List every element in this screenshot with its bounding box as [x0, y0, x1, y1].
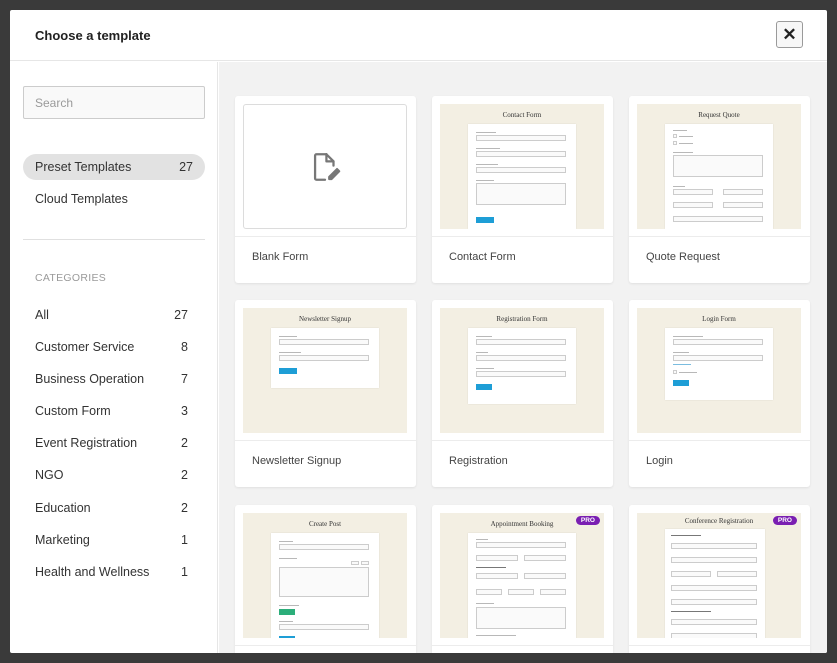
card-divider — [432, 645, 613, 646]
category-label: Event Registration — [35, 436, 138, 450]
template-label: Newsletter Signup — [252, 455, 342, 467]
template-preview: Registration Form — [440, 308, 604, 433]
template-card-blank-form[interactable]: Blank Form — [235, 96, 416, 283]
template-label: Login — [646, 455, 673, 467]
sidebar-item-preset-templates[interactable]: Preset Templates 27 — [23, 154, 205, 180]
template-card-login[interactable]: Login Form Login — [629, 300, 810, 487]
sidebar-divider — [23, 239, 205, 240]
category-count: 7 — [181, 372, 188, 386]
template-preview: Request Quote — [637, 104, 801, 229]
template-preview: Contact Form — [440, 104, 604, 229]
category-custom-form[interactable]: Custom Form 3 — [35, 404, 188, 418]
category-label: NGO — [35, 468, 64, 482]
card-divider — [235, 236, 416, 237]
template-grid: Blank Form Contact Form Contact Form Req… — [219, 62, 827, 653]
category-business-operation[interactable]: Business Operation 7 — [35, 372, 188, 386]
sidebar-item-count: 27 — [179, 160, 193, 174]
category-count: 2 — [181, 468, 188, 482]
category-customer-service[interactable]: Customer Service 8 — [35, 340, 188, 354]
preview-title: Newsletter Signup — [299, 315, 351, 323]
template-label: Contact Form — [449, 251, 516, 263]
category-label: Customer Service — [35, 340, 135, 354]
category-count: 1 — [181, 565, 188, 579]
card-divider — [432, 236, 613, 237]
preview-form — [468, 328, 576, 404]
category-label: Education — [35, 501, 91, 515]
category-count: 2 — [181, 501, 188, 515]
pro-badge: PRO — [772, 516, 797, 525]
card-divider — [235, 440, 416, 441]
preview-form — [665, 529, 765, 638]
template-card-create-post[interactable]: Create Post — [235, 505, 416, 653]
template-card-contact-form[interactable]: Contact Form Contact Form — [432, 96, 613, 283]
category-marketing[interactable]: Marketing 1 — [35, 533, 188, 547]
template-card-appointment-booking[interactable]: Appointment Booking PRO — [432, 505, 613, 653]
category-label: Health and Wellness — [35, 565, 150, 579]
template-preview: Conference Registration PRO — [637, 513, 801, 638]
category-count: 8 — [181, 340, 188, 354]
card-divider — [629, 236, 810, 237]
template-label: Quote Request — [646, 251, 720, 263]
template-card-newsletter-signup[interactable]: Newsletter Signup Newsletter Signup — [235, 300, 416, 487]
template-preview: Newsletter Signup — [243, 308, 407, 433]
modal-header: Choose a template ✕ — [10, 10, 827, 61]
template-modal: Choose a template ✕ Preset Templates 27 … — [10, 10, 827, 653]
preview-title: Create Post — [308, 520, 342, 528]
template-preview: Login Form — [637, 308, 801, 433]
category-label: Custom Form — [35, 404, 111, 418]
card-divider — [235, 645, 416, 646]
category-label: Marketing — [35, 533, 90, 547]
preview-form — [271, 533, 379, 638]
category-ngo[interactable]: NGO 2 — [35, 468, 188, 482]
category-count: 27 — [174, 308, 188, 322]
preview-form — [468, 533, 576, 638]
preview-form — [665, 124, 773, 229]
card-divider — [629, 645, 810, 646]
modal-title: Choose a template — [35, 28, 151, 43]
category-all[interactable]: All 27 — [35, 308, 188, 322]
category-education[interactable]: Education 2 — [35, 501, 188, 515]
preview-form — [665, 328, 773, 400]
template-preview: Create Post — [243, 513, 407, 638]
card-divider — [629, 440, 810, 441]
card-divider — [432, 440, 613, 441]
template-card-conference-registration[interactable]: Conference Registration PRO — [629, 505, 810, 653]
preview-title: Registration Form — [496, 315, 548, 323]
sidebar-item-label: Preset Templates — [35, 160, 132, 174]
category-count: 1 — [181, 533, 188, 547]
template-preview — [243, 104, 407, 229]
categories-heading: CATEGORIES — [35, 272, 107, 284]
template-card-registration[interactable]: Registration Form Registration — [432, 300, 613, 487]
sidebar: Preset Templates 27 Cloud Templates CATE… — [10, 62, 218, 653]
template-label: Registration — [449, 455, 508, 467]
file-edit-icon — [313, 152, 341, 181]
sidebar-item-label: Cloud Templates — [35, 192, 128, 206]
category-label: Business Operation — [35, 372, 145, 386]
preview-title: Login Form — [702, 315, 736, 323]
close-icon: ✕ — [782, 24, 797, 44]
template-preview: Appointment Booking PRO — [440, 513, 604, 638]
category-count: 2 — [181, 436, 188, 450]
template-card-quote-request[interactable]: Request Quote Quote Request — [629, 96, 810, 283]
category-event-registration[interactable]: Event Registration 2 — [35, 436, 188, 450]
sidebar-item-cloud-templates[interactable]: Cloud Templates — [23, 186, 205, 212]
preview-title: Request Quote — [698, 111, 740, 119]
category-count: 3 — [181, 404, 188, 418]
preview-form — [468, 124, 576, 229]
search-input[interactable] — [23, 86, 205, 119]
preview-form — [271, 328, 379, 388]
category-label: All — [35, 308, 49, 322]
close-button[interactable]: ✕ — [776, 21, 803, 48]
preview-title: Contact Form — [502, 111, 542, 119]
category-health-and-wellness[interactable]: Health and Wellness 1 — [35, 565, 188, 579]
template-label: Blank Form — [252, 251, 309, 263]
pro-badge: PRO — [575, 516, 600, 525]
